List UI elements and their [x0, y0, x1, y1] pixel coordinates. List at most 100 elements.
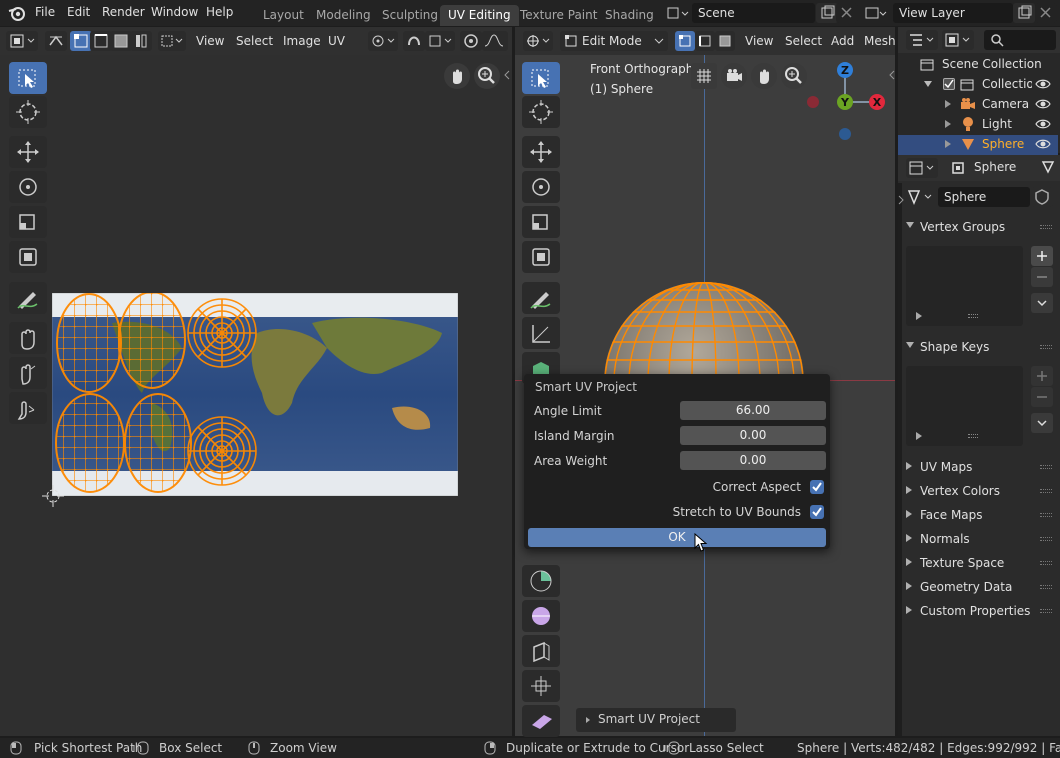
- tab-texture-paint[interactable]: Texture Paint: [512, 5, 605, 26]
- list-resize-grip[interactable]: [968, 434, 978, 438]
- vp-tool-annotate[interactable]: [522, 282, 560, 314]
- vp-tool-smooth[interactable]: [522, 600, 560, 632]
- tool-grab[interactable]: [9, 322, 47, 354]
- vp-tool-rotate[interactable]: [522, 171, 560, 203]
- panel-normals[interactable]: Normals: [898, 528, 1058, 550]
- menu-help[interactable]: Help: [206, 5, 233, 19]
- expand-icon[interactable]: [945, 140, 951, 148]
- island-margin-field[interactable]: 0.00: [680, 426, 826, 445]
- outliner-sphere[interactable]: Sphere: [898, 135, 1058, 155]
- sidebar-toggle-icon[interactable]: [503, 69, 511, 81]
- tool-scale[interactable]: [9, 206, 47, 238]
- tabs-collapse-icon[interactable]: [898, 195, 904, 205]
- edge-select-icon[interactable]: [695, 31, 715, 51]
- vp-tool-scale[interactable]: [522, 206, 560, 238]
- fake-user-icon[interactable]: [1031, 187, 1053, 207]
- outliner-light[interactable]: Light: [898, 115, 1058, 135]
- new-scene-icon[interactable]: [816, 3, 838, 23]
- panel-vertex-groups[interactable]: Vertex Groups: [898, 216, 1058, 238]
- panel-vertex-colors[interactable]: Vertex Colors: [898, 480, 1058, 502]
- eye-icon[interactable]: [1035, 138, 1051, 150]
- pan-view-3d-icon[interactable]: [751, 63, 777, 89]
- remove-vertex-group-button[interactable]: [1031, 267, 1053, 287]
- collection-exclude-checkbox[interactable]: [943, 78, 955, 90]
- add-shape-key-button[interactable]: [1031, 366, 1053, 386]
- toggle-grid-icon[interactable]: [691, 63, 717, 89]
- tool-relax[interactable]: [9, 357, 47, 389]
- uv-texture-image[interactable]: [52, 293, 458, 496]
- vp-tool-measure[interactable]: [522, 317, 560, 349]
- vp-tool-edge-slide[interactable]: [522, 635, 560, 667]
- pivot-point-icon[interactable]: [368, 31, 398, 51]
- delete-scene-icon[interactable]: [836, 3, 858, 23]
- outliner-camera[interactable]: Camera: [898, 95, 1058, 115]
- area-weight-field[interactable]: 0.00: [680, 451, 826, 470]
- menu-window[interactable]: Window: [151, 5, 198, 19]
- panel-face-maps[interactable]: Face Maps: [898, 504, 1058, 526]
- remove-shape-key-button[interactable]: [1031, 387, 1053, 407]
- mode-selector[interactable]: Edit Mode: [560, 31, 668, 51]
- scene-name-field[interactable]: Scene: [692, 3, 815, 23]
- axis-gizmo[interactable]: Z Y X: [803, 60, 893, 140]
- falloff-icon[interactable]: [482, 31, 508, 51]
- outliner-editor-type-icon[interactable]: [906, 30, 938, 50]
- scene-selector-icon[interactable]: [666, 5, 690, 21]
- tool-move[interactable]: [9, 136, 47, 168]
- properties-editor-type-icon[interactable]: [906, 158, 938, 178]
- display-mode-icon[interactable]: [942, 30, 974, 50]
- tab-uv-editing[interactable]: UV Editing: [440, 5, 519, 26]
- menu-edit[interactable]: Edit: [67, 5, 90, 19]
- correct-aspect-checkbox[interactable]: [810, 480, 824, 494]
- snap-icon[interactable]: [403, 31, 425, 51]
- list-resize-grip[interactable]: [968, 314, 978, 318]
- uv-menu-image[interactable]: Image: [283, 34, 321, 48]
- tool-cursor[interactable]: [9, 96, 47, 128]
- tool-select-box[interactable]: [9, 62, 47, 94]
- vp-menu-view[interactable]: View: [745, 34, 773, 48]
- view-layer-field[interactable]: View Layer: [893, 3, 1013, 23]
- panel-shape-keys[interactable]: Shape Keys: [898, 336, 1058, 358]
- vp-tool-move[interactable]: [522, 136, 560, 168]
- vp-tool-select-box[interactable]: [522, 62, 560, 94]
- menu-render[interactable]: Render: [102, 5, 145, 19]
- eye-icon[interactable]: [1035, 118, 1051, 130]
- editor-type-icon[interactable]: [6, 31, 38, 51]
- tool-rotate[interactable]: [9, 171, 47, 203]
- vp-menu-select[interactable]: Select: [785, 34, 822, 48]
- tab-layout[interactable]: Layout: [255, 5, 312, 26]
- menu-file[interactable]: File: [35, 5, 55, 19]
- outliner-collection[interactable]: Collection: [898, 75, 1058, 95]
- tab-modeling[interactable]: Modeling: [308, 5, 379, 26]
- vp-tool-cursor[interactable]: [522, 96, 560, 128]
- pin-icon[interactable]: [1040, 159, 1056, 175]
- proportional-editing-icon[interactable]: [460, 31, 482, 51]
- panel-custom-properties[interactable]: Custom Properties: [898, 600, 1058, 622]
- camera-view-icon[interactable]: [721, 63, 747, 89]
- uv-menu-select[interactable]: Select: [236, 34, 273, 48]
- tool-pinch[interactable]: [9, 392, 47, 424]
- tool-annotate[interactable]: [9, 282, 47, 314]
- tab-shading[interactable]: Shading: [597, 5, 662, 26]
- face-select-icon[interactable]: [715, 31, 735, 51]
- outliner-search-input[interactable]: [984, 30, 1056, 50]
- mesh-name-field[interactable]: Sphere: [938, 187, 1030, 207]
- vertex-group-specials-button[interactable]: [1031, 293, 1053, 313]
- eye-icon[interactable]: [1035, 78, 1051, 90]
- uv-menu-uv[interactable]: UV: [328, 34, 345, 48]
- tab-sculpting[interactable]: Sculpting: [374, 5, 446, 26]
- sticky-selection-icon[interactable]: [158, 31, 186, 51]
- uv-menu-view[interactable]: View: [196, 34, 224, 48]
- vertex-select-mode-icon[interactable]: [70, 31, 92, 51]
- angle-limit-field[interactable]: 66.00: [680, 401, 826, 420]
- 2d-cursor-icon[interactable]: [42, 485, 64, 507]
- zoom-view-icon[interactable]: [474, 63, 500, 89]
- delete-view-layer-icon[interactable]: [1035, 3, 1057, 23]
- pan-view-icon[interactable]: [444, 63, 470, 89]
- vp-tool-shear[interactable]: [522, 705, 560, 737]
- view-layer-icon[interactable]: [864, 5, 888, 21]
- tool-transform[interactable]: [9, 241, 47, 273]
- face-select-mode-icon[interactable]: [110, 31, 132, 51]
- new-view-layer-icon[interactable]: [1013, 3, 1035, 23]
- viewport-editor-type-icon[interactable]: [523, 31, 553, 51]
- expand-icon[interactable]: [945, 100, 951, 108]
